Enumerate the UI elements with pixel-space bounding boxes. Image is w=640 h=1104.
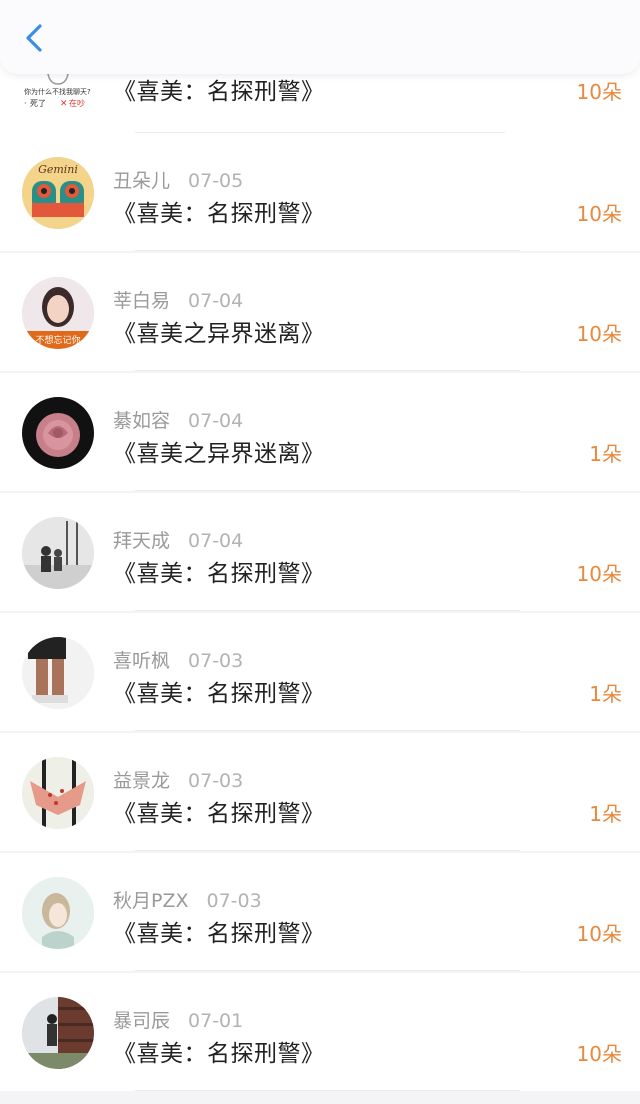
reward-date: 07-01 xyxy=(188,1010,244,1032)
book-title: 《喜美：名探刑警》 xyxy=(113,201,325,227)
sender-name: 莘白易 xyxy=(113,290,171,312)
flower-count: 10朵 xyxy=(576,562,622,586)
nav-bar xyxy=(0,0,640,74)
reward-date: 07-03 xyxy=(188,770,244,792)
divider xyxy=(135,250,520,251)
thumb-caption-3: 在吵 xyxy=(69,98,85,108)
divider xyxy=(135,1090,520,1091)
sender-name: 綦如容 xyxy=(113,410,171,432)
book-title: 《喜美之异界迷离》 xyxy=(113,321,325,347)
reward-date: 07-04 xyxy=(188,290,244,312)
chevron-left-icon xyxy=(26,24,42,52)
divider xyxy=(135,730,520,731)
sender-meta: 益景龙 07-03 xyxy=(113,766,243,792)
sender-meta: 暴司辰 07-01 xyxy=(113,1006,243,1032)
avatar-caption: 不想忘记你 xyxy=(35,334,80,346)
avatar[interactable] xyxy=(22,877,94,949)
flower-count: 1朵 xyxy=(589,682,622,706)
reward-list-page: 你为什么不找我聊天? · 死了 ✕ 在吵 《喜美：名探刑警》 10朵 Gemin… xyxy=(0,0,640,1104)
avatar-caption: Gemini xyxy=(38,163,78,176)
book-title: 《喜美：名探刑警》 xyxy=(113,79,325,105)
avatar[interactable]: 不想忘记你 xyxy=(22,277,94,349)
list-item[interactable]: 不想忘记你 莘白易 07-04 《喜美之异界迷离》 10朵 xyxy=(0,253,640,371)
book-title: 《喜美：名探刑警》 xyxy=(113,801,325,827)
avatar[interactable]: 你为什么不找我聊天? · 死了 ✕ 在吵 xyxy=(22,68,94,140)
svg-text:·: · xyxy=(24,99,27,108)
book-title: 《喜美之异界迷离》 xyxy=(113,441,325,467)
sender-name: 秋月PZX xyxy=(113,890,189,912)
divider xyxy=(135,370,520,371)
avatar[interactable] xyxy=(22,397,94,469)
avatar[interactable] xyxy=(22,517,94,589)
reward-date: 07-04 xyxy=(188,410,244,432)
reward-date: 07-03 xyxy=(206,890,262,912)
flower-count: 10朵 xyxy=(576,322,622,346)
reward-date: 07-03 xyxy=(188,650,244,672)
divider xyxy=(135,970,520,971)
list-item[interactable]: 喜听枫 07-03 《喜美：名探刑警》 1朵 xyxy=(0,613,640,731)
thumb-caption: 你为什么不找我聊天? xyxy=(24,87,91,96)
flower-count: 10朵 xyxy=(576,1042,622,1066)
sender-meta: 喜听枫 07-03 xyxy=(113,646,243,672)
book-title: 《喜美：名探刑警》 xyxy=(113,921,325,947)
svg-text:✕: ✕ xyxy=(60,99,68,109)
flower-count: 10朵 xyxy=(576,202,622,226)
flower-count: 1朵 xyxy=(589,802,622,826)
avatar[interactable] xyxy=(22,637,94,709)
thumb-caption-2: 死了 xyxy=(30,99,46,108)
list-item[interactable]: 益景龙 07-03 《喜美：名探刑警》 1朵 xyxy=(0,733,640,851)
divider xyxy=(135,850,520,851)
sender-name: 益景龙 xyxy=(113,770,171,792)
sender-meta: 丑朵儿 07-05 xyxy=(113,166,243,192)
sender-meta: 綦如容 07-04 xyxy=(113,406,243,432)
sender-meta: 莘白易 07-04 xyxy=(113,286,243,312)
avatar[interactable] xyxy=(22,757,94,829)
sender-meta: 秋月PZX 07-03 xyxy=(113,886,262,912)
reward-date: 07-04 xyxy=(188,530,244,552)
book-title: 《喜美：名探刑警》 xyxy=(113,681,325,707)
reward-date: 07-05 xyxy=(188,170,244,192)
sender-name: 丑朵儿 xyxy=(113,170,171,192)
sender-name: 喜听枫 xyxy=(113,650,171,672)
divider xyxy=(135,490,520,491)
sender-name: 暴司辰 xyxy=(113,1010,171,1032)
back-button[interactable] xyxy=(14,18,54,58)
list-item[interactable]: 拜天成 07-04 《喜美：名探刑警》 10朵 xyxy=(0,493,640,611)
sender-meta: 拜天成 07-04 xyxy=(113,526,243,552)
divider xyxy=(135,610,520,611)
flower-count: 10朵 xyxy=(576,922,622,946)
list-item[interactable]: 綦如容 07-04 《喜美之异界迷离》 1朵 xyxy=(0,373,640,491)
avatar[interactable]: Gemini xyxy=(22,157,94,229)
avatar[interactable] xyxy=(22,997,94,1069)
sender-name: 拜天成 xyxy=(113,530,171,552)
book-title: 《喜美：名探刑警》 xyxy=(113,561,325,587)
flower-count: 10朵 xyxy=(576,80,622,104)
flower-count: 1朵 xyxy=(589,442,622,466)
list-item[interactable]: Gemini 丑朵儿 07-05 《喜美：名探刑警》 10朵 xyxy=(0,133,640,251)
list-item[interactable]: 暴司辰 07-01 《喜美：名探刑警》 10朵 xyxy=(0,973,640,1091)
book-title: 《喜美：名探刑警》 xyxy=(113,1041,325,1067)
list-item[interactable]: 秋月PZX 07-03 《喜美：名探刑警》 10朵 xyxy=(0,853,640,971)
